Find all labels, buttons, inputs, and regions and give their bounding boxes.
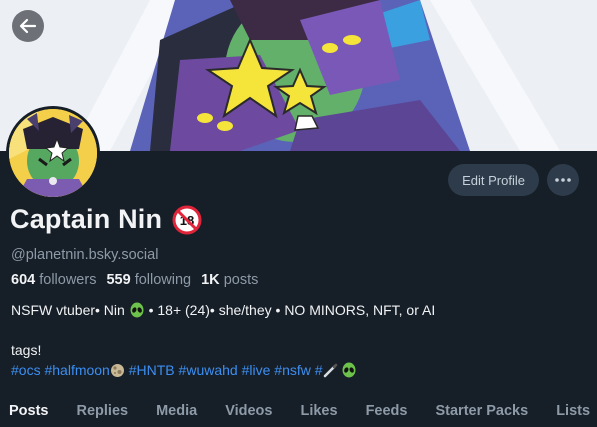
tab-replies[interactable]: Replies [63,394,143,427]
arrow-left-icon [19,18,37,34]
tag-link[interactable]: #nsfw [274,362,311,378]
tag-link[interactable]: #wuwahd [179,362,238,378]
tab-likes[interactable]: Likes [286,394,351,427]
tab-media[interactable]: Media [142,394,211,427]
back-button[interactable] [12,10,44,42]
tag-link[interactable]: # [315,362,323,378]
tab-posts[interactable]: Posts [0,394,63,427]
tab-videos[interactable]: Videos [211,394,286,427]
display-name: Captain Nin [10,204,163,234]
tag-link[interactable]: #HNTB [129,362,175,378]
more-options-button[interactable] [547,164,579,196]
avatar-image [9,109,97,197]
bio-line-2: tags! [11,342,42,358]
avatar[interactable] [6,106,100,200]
moon-emoji-icon [110,364,124,377]
tag-link[interactable]: #ocs [11,362,41,378]
profile-stats: 604 followers 559 following 1K posts [11,272,258,288]
posts-stat: 1K posts [201,272,259,288]
alien-emoji-icon [342,362,356,378]
tab-starter-packs[interactable]: Starter Packs [421,394,542,427]
tab-lists[interactable]: Lists [542,394,597,427]
bio-tags: #ocs #halfmoon #HNTB #wuwahd #live #nsfw… [11,362,357,378]
profile-tabs: Posts Replies Media Videos Likes Feeds S… [0,394,597,427]
bio-line-1: NSFW vtuber• Nin • 18+ (24)• she/they • … [11,302,436,318]
edit-profile-button[interactable]: Edit Profile [448,164,539,196]
tag-link[interactable]: #live [242,362,271,378]
pen-emoji-icon [323,363,337,378]
tab-feeds[interactable]: Feeds [352,394,422,427]
profile-actions: Edit Profile [448,164,579,196]
no-under-18-icon: 18 [172,205,202,234]
name-row: Captain Nin 18 [10,204,202,235]
ellipsis-icon [555,178,571,182]
profile-handle: @planetnin.bsky.social [11,247,159,263]
alien-emoji-icon [130,302,144,318]
tag-link[interactable]: #halfmoon [44,362,109,378]
following-stat[interactable]: 559 following [106,272,191,288]
followers-stat[interactable]: 604 followers [11,272,96,288]
